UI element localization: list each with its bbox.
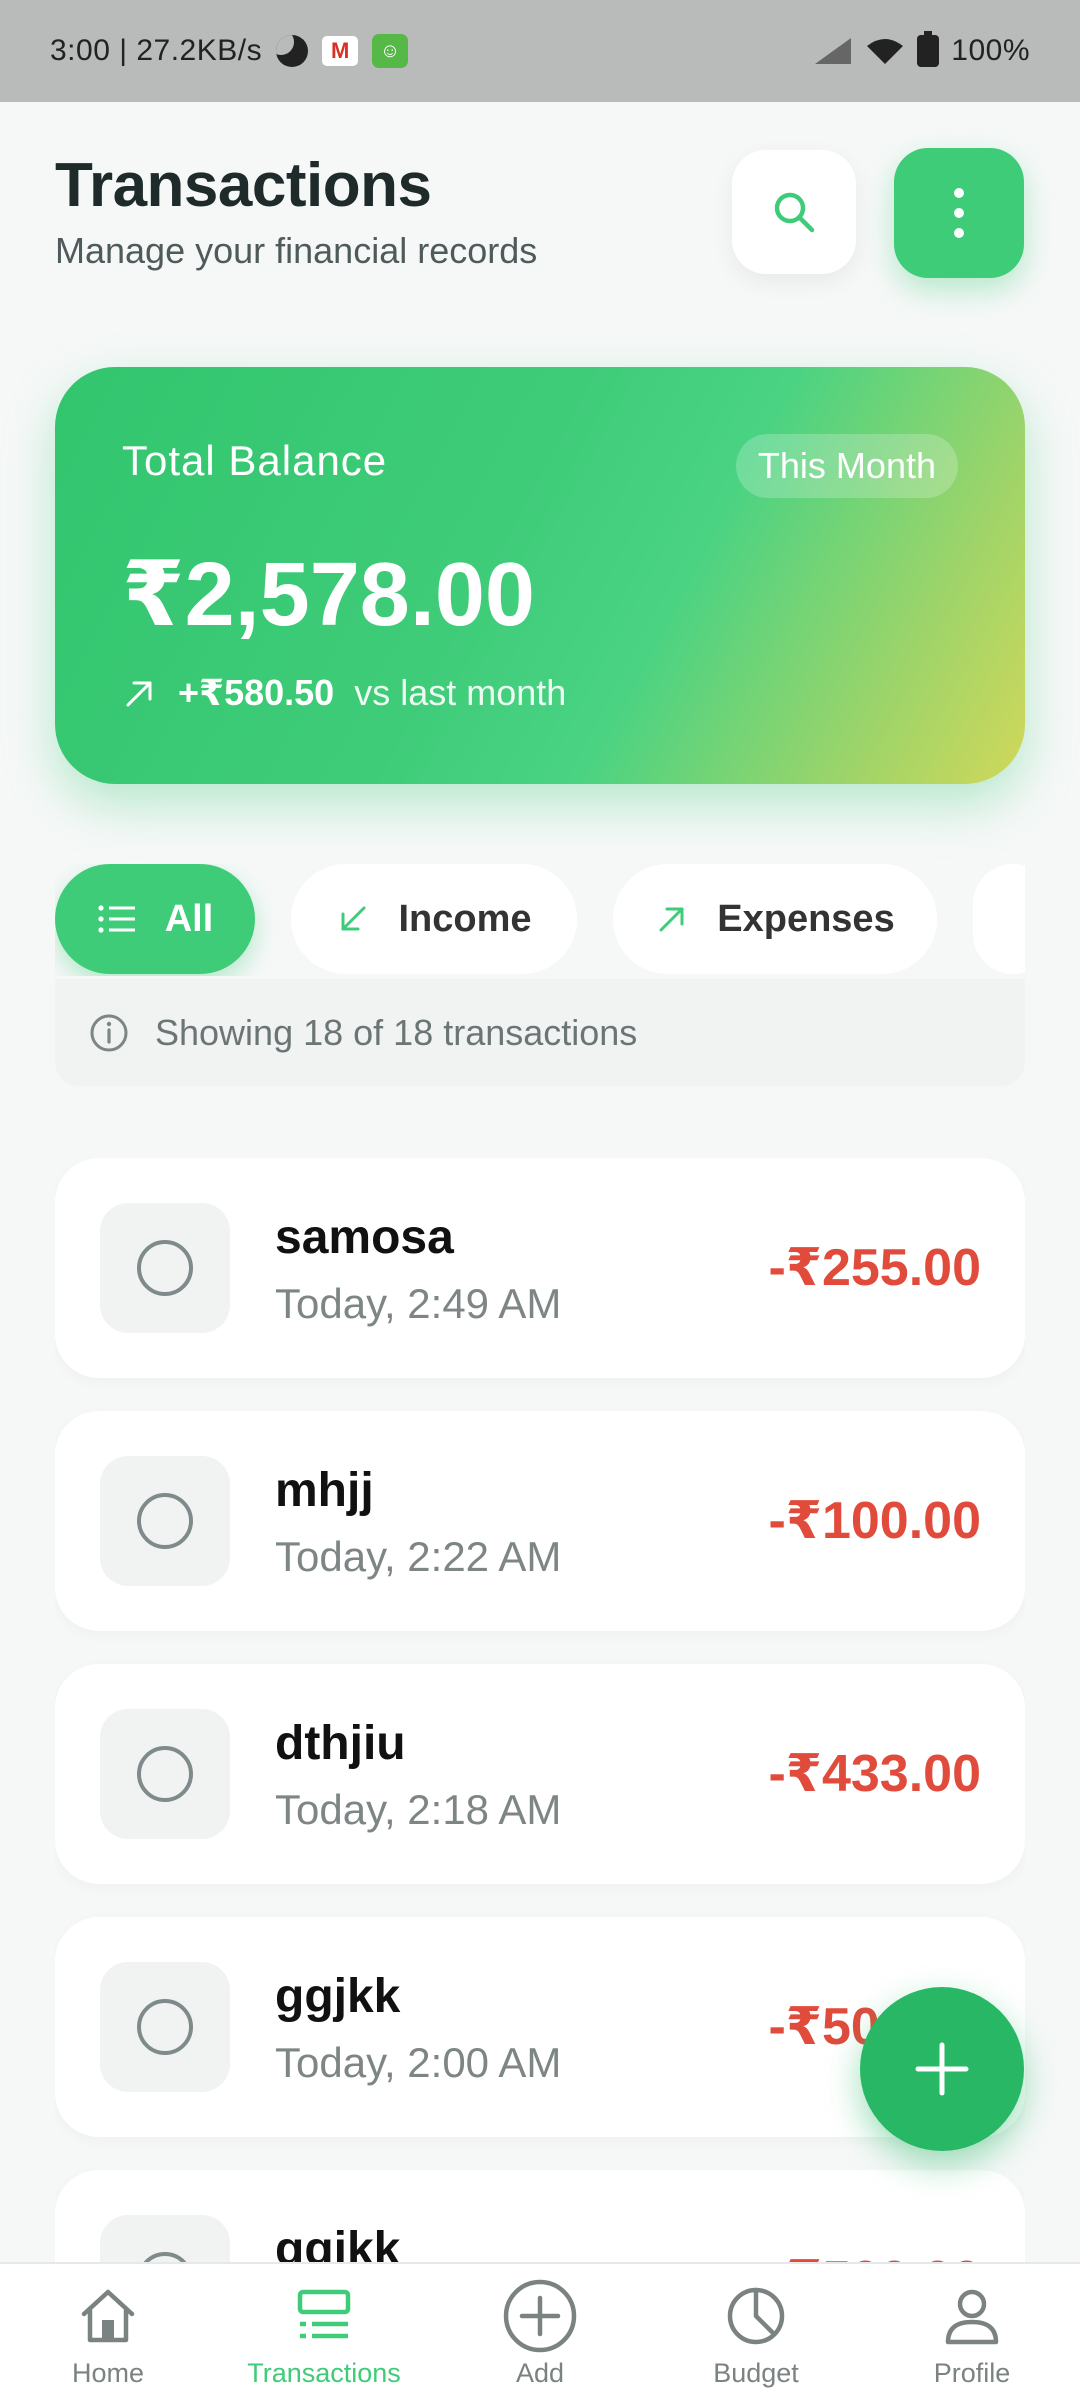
status-time-speed: 3:00 | 27.2KB/s xyxy=(50,34,263,67)
radio-circle-icon xyxy=(137,1999,193,2055)
balance-change-amount: +₹580.50 xyxy=(178,672,335,713)
more-menu-button[interactable] xyxy=(894,148,1024,278)
add-circle-icon xyxy=(500,2276,580,2356)
balance-change-note: vs last month xyxy=(354,672,567,713)
transactions-info-bar: Showing 18 of 18 transactions xyxy=(55,979,1025,1086)
filter-income-chip[interactable]: Income xyxy=(291,864,577,974)
transaction-title: samosa xyxy=(275,1211,454,1264)
transaction-amount: -₹255.00 xyxy=(768,1239,981,1297)
nav-budget[interactable]: Budget xyxy=(648,2264,864,2400)
search-icon xyxy=(774,192,815,233)
nav-add[interactable]: Add xyxy=(432,2264,648,2400)
filter-chips: All Income Expenses xyxy=(55,864,1025,976)
transaction-title: dthjiu xyxy=(275,1717,406,1770)
nav-profile-label: Profile xyxy=(933,2358,1011,2388)
wifi-icon xyxy=(867,39,904,64)
battery-icon xyxy=(917,31,940,67)
transaction-title: ggjkk xyxy=(275,1970,401,2023)
nav-profile[interactable]: Profile xyxy=(864,2264,1080,2400)
transaction-title: ggjkk xyxy=(275,2223,401,2262)
filter-expenses-chip[interactable]: Expenses xyxy=(613,864,937,974)
transaction-amount: -₹500.00 xyxy=(768,2250,981,2262)
nav-transactions-label: Transactions xyxy=(247,2358,401,2388)
filter-expenses-label: Expenses xyxy=(717,897,895,940)
transaction-card[interactable]: mhjj Today, 2:22 AM -₹100.00 xyxy=(55,1411,1025,1631)
radio-circle-icon xyxy=(137,1746,193,1802)
gmail-icon: M xyxy=(322,36,359,66)
radio-circle-icon xyxy=(137,2252,193,2262)
filter-income-label: Income xyxy=(398,897,532,940)
nav-add-label: Add xyxy=(515,2358,565,2388)
transaction-amount: -₹433.00 xyxy=(768,1745,981,1803)
transaction-time: Today, 2:49 AM xyxy=(275,1280,562,1327)
more-vertical-icon xyxy=(954,188,964,238)
transaction-select-box[interactable] xyxy=(100,1962,230,2092)
page-subtitle: Manage your financial records xyxy=(55,230,538,271)
nav-home[interactable]: Home xyxy=(0,2264,216,2400)
plus-icon xyxy=(915,2042,969,2096)
transaction-time: Today, 2:00 AM xyxy=(275,2039,562,2086)
radio-circle-icon xyxy=(137,1493,193,1549)
balance-amount: ₹2,578.00 xyxy=(122,545,535,645)
balance-label: Total Balance xyxy=(122,437,388,484)
balance-change-row: +₹580.50 vs last month xyxy=(122,672,566,714)
period-chip[interactable]: This Month xyxy=(735,434,958,498)
cell-signal-icon xyxy=(815,38,852,64)
nav-transactions[interactable]: Transactions xyxy=(216,2264,432,2400)
transaction-select-box[interactable] xyxy=(100,1203,230,1333)
transaction-card[interactable]: ggjkk -₹500.00 xyxy=(55,2170,1025,2262)
transaction-card[interactable]: dthjiu Today, 2:18 AM -₹433.00 xyxy=(55,1664,1025,1884)
transaction-time: Today, 2:18 AM xyxy=(275,1786,562,1833)
home-icon xyxy=(68,2276,148,2356)
radio-circle-icon xyxy=(137,1240,193,1296)
dnd-moon-icon xyxy=(276,35,309,67)
page-title: Transactions xyxy=(55,151,432,220)
info-icon xyxy=(90,1014,128,1051)
bottom-nav: Home Transactions Add Budget Profile xyxy=(0,2262,1080,2400)
transaction-time: Today, 2:22 AM xyxy=(275,1533,562,1580)
nav-budget-label: Budget xyxy=(713,2358,799,2388)
filter-all-label: All xyxy=(164,897,214,940)
status-left: 3:00 | 27.2KB/s M ☺ xyxy=(50,34,409,68)
transaction-card[interactable]: samosa Today, 2:49 AM -₹255.00 xyxy=(55,1158,1025,1378)
arrow-down-left-icon xyxy=(341,906,366,931)
app-notification-icon: ☺ xyxy=(372,34,409,68)
pie-chart-icon xyxy=(716,2276,796,2356)
transactions-icon xyxy=(284,2276,364,2356)
trend-up-icon xyxy=(126,681,152,707)
status-bar: 3:00 | 27.2KB/s M ☺ 100% xyxy=(0,0,1080,102)
profile-icon xyxy=(932,2276,1012,2356)
nav-home-label: Home xyxy=(71,2358,145,2388)
arrow-up-right-icon xyxy=(659,907,684,932)
transaction-select-box[interactable] xyxy=(100,2215,230,2262)
transaction-title: mhjj xyxy=(275,1464,374,1517)
transaction-select-box[interactable] xyxy=(100,1709,230,1839)
transactions-count-text: Showing 18 of 18 transactions xyxy=(155,1011,638,1053)
status-right: 100% xyxy=(813,31,1030,68)
battery-level: 100% xyxy=(951,34,1030,67)
list-icon xyxy=(98,905,135,933)
transaction-select-box[interactable] xyxy=(100,1456,230,1586)
balance-card: Total Balance This Month ₹2,578.00 +₹580… xyxy=(55,367,1025,784)
filter-more-chip[interactable] xyxy=(973,864,1025,974)
filter-all-chip[interactable]: All xyxy=(55,864,255,974)
search-button[interactable] xyxy=(732,150,856,274)
add-transaction-fab[interactable] xyxy=(860,1987,1024,2151)
transaction-amount: -₹100.00 xyxy=(768,1492,981,1550)
